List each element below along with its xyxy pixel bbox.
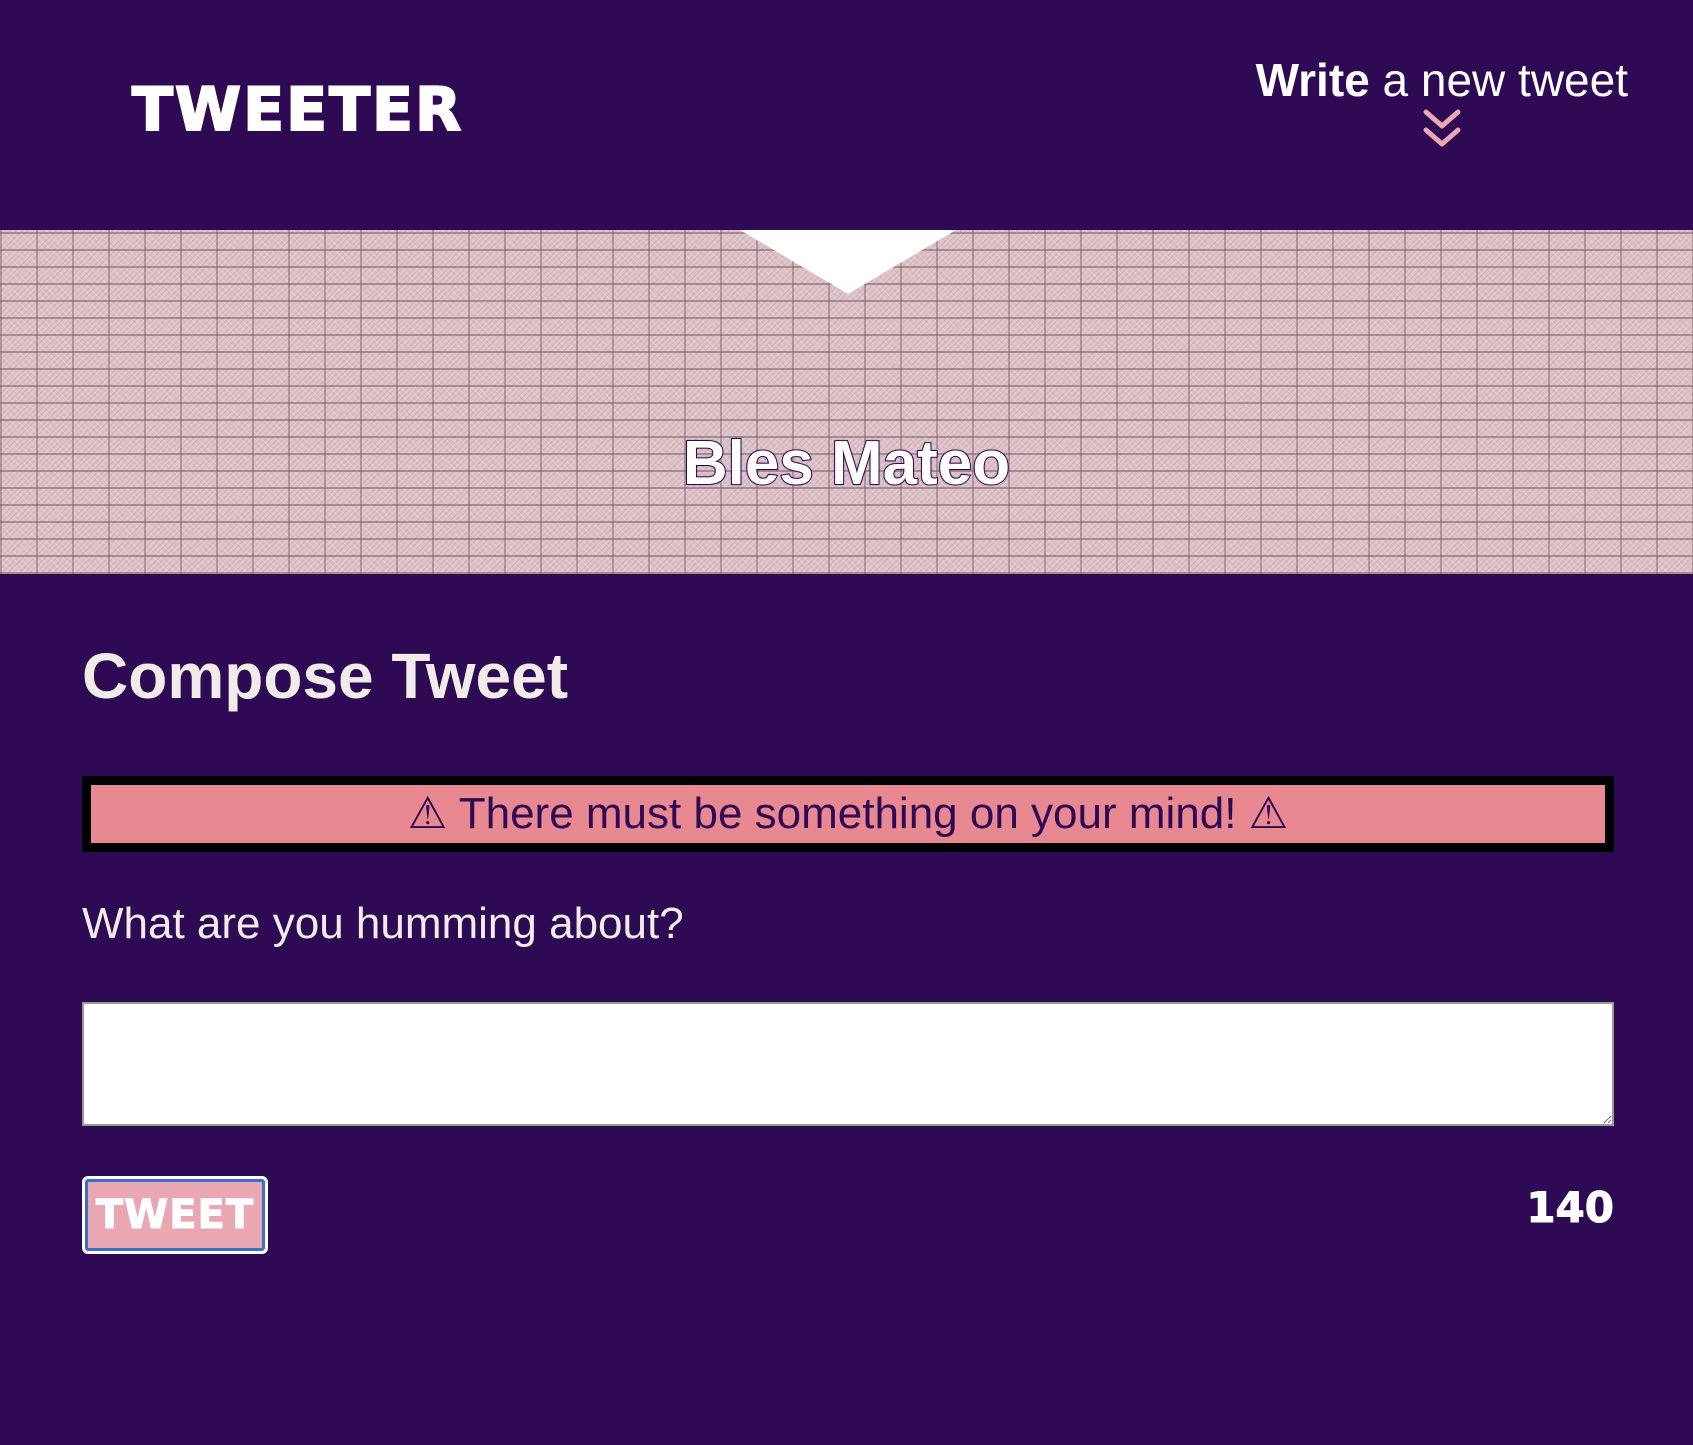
banner-notch [740,230,956,294]
tweet-prompt-label: What are you humming about? [82,899,684,948]
error-message: ⚠ There must be something on your mind! … [82,776,1614,852]
write-label-strong: Write [1255,54,1370,106]
profile-name: Bles Mateo [682,428,1011,499]
write-new-tweet-label: Write a new tweet [1256,52,1628,108]
top-nav: TWEETER Write a new tweet [0,0,1693,230]
compose-title: Compose Tweet [82,640,568,712]
write-new-tweet-link[interactable]: Write a new tweet [1256,52,1628,152]
char-counter: 140 [1526,1183,1615,1233]
profile-banner: Bles Mateo [0,230,1693,574]
write-label-rest: a new tweet [1369,54,1629,106]
page: TWEETER Write a new tweet Bles Mateo Com… [0,0,1693,1445]
brand-logo[interactable]: TWEETER [131,74,463,146]
tweet-button[interactable]: TWEET [82,1176,268,1254]
tweet-textarea[interactable] [82,1002,1614,1126]
double-chevron-down-icon[interactable] [1422,108,1462,152]
